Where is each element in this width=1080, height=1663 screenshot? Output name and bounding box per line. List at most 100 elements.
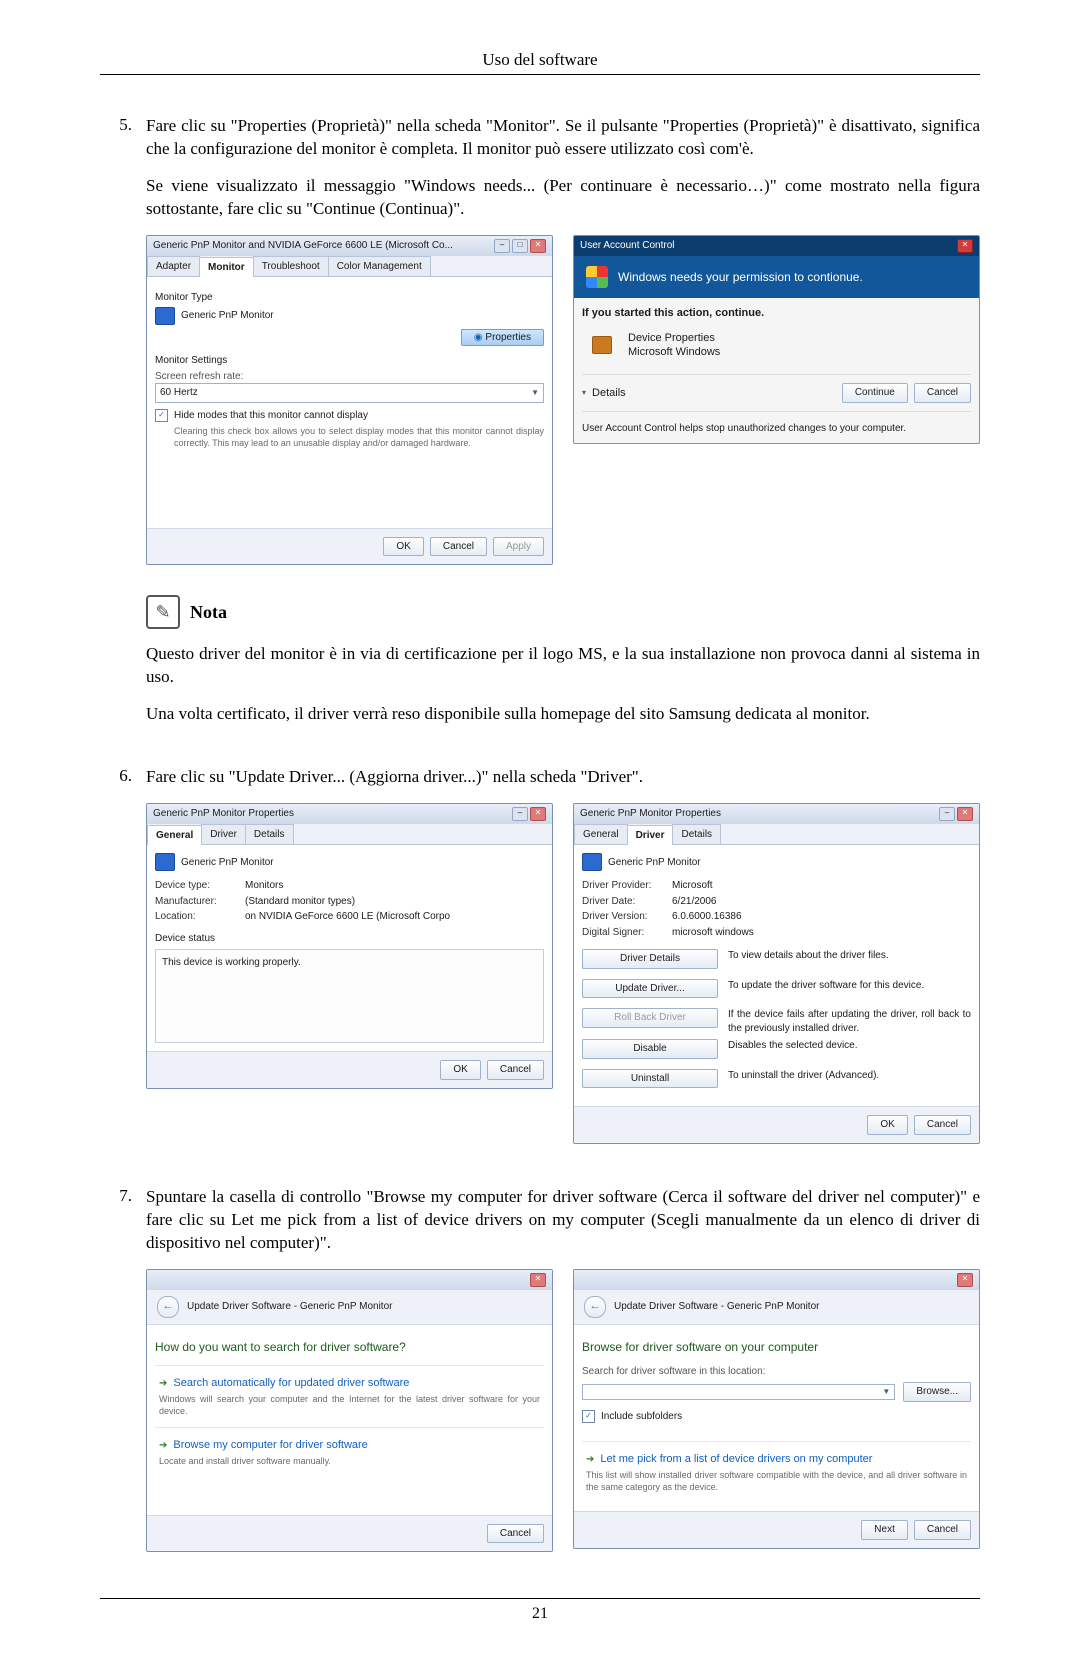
cancel-button[interactable]: Cancel bbox=[914, 1520, 971, 1540]
close-icon[interactable]: ✕ bbox=[957, 1273, 973, 1287]
cancel-button[interactable]: Cancel bbox=[914, 1115, 971, 1135]
close-icon[interactable]: ✕ bbox=[957, 807, 973, 821]
location-label: Location: bbox=[155, 910, 245, 924]
wizard1-opt1-title: Search automatically for updated driver … bbox=[173, 1377, 409, 1389]
driver-details-button[interactable]: Driver Details bbox=[582, 949, 718, 969]
ok-button[interactable]: OK bbox=[440, 1060, 480, 1080]
close-icon[interactable]: ✕ bbox=[530, 1273, 546, 1287]
minimize-icon[interactable]: ‒ bbox=[939, 807, 955, 821]
chevron-down-icon: ▼ bbox=[882, 1387, 890, 1398]
tab-color-management[interactable]: Color Management bbox=[328, 256, 431, 277]
note-para2: Una volta certificato, il driver verrà r… bbox=[146, 703, 980, 726]
refresh-rate-label: Screen refresh rate: bbox=[155, 370, 544, 384]
uac-program-publisher: Microsoft Windows bbox=[628, 345, 720, 360]
hide-modes-checkbox[interactable]: ✓ bbox=[155, 409, 168, 422]
program-icon bbox=[592, 336, 612, 354]
chevron-down-icon[interactable]: ▾ bbox=[582, 388, 586, 399]
disable-button[interactable]: Disable bbox=[582, 1039, 718, 1059]
uac-program-name: Device Properties bbox=[628, 331, 720, 346]
step7-para1: Spuntare la casella di controllo "Browse… bbox=[146, 1186, 980, 1255]
uac-details-toggle[interactable]: Details bbox=[592, 386, 626, 401]
back-icon[interactable]: ← bbox=[584, 1296, 606, 1318]
properties-driver-title: Generic PnP Monitor Properties bbox=[580, 807, 721, 821]
close-icon[interactable]: ✕ bbox=[530, 807, 546, 821]
driver-provider-label: Driver Provider: bbox=[582, 879, 672, 893]
step5-para2: Se viene visualizzato il messaggio "Wind… bbox=[146, 175, 980, 221]
refresh-rate-value: 60 Hertz bbox=[160, 386, 198, 400]
hide-modes-desc: Clearing this check box allows you to se… bbox=[174, 425, 544, 449]
tab-details[interactable]: Details bbox=[672, 824, 721, 845]
monitor-icon bbox=[155, 307, 175, 325]
disable-desc: Disables the selected device. bbox=[728, 1039, 971, 1053]
tab-general[interactable]: General bbox=[574, 824, 628, 845]
close-icon[interactable]: ✕ bbox=[957, 239, 973, 253]
back-icon[interactable]: ← bbox=[157, 1296, 179, 1318]
driver-date-label: Driver Date: bbox=[582, 895, 672, 909]
continue-button[interactable]: Continue bbox=[842, 383, 908, 403]
monitor-type-label: Monitor Type bbox=[155, 291, 544, 305]
page-number: 21 bbox=[100, 1605, 980, 1623]
next-button[interactable]: Next bbox=[861, 1520, 908, 1540]
tab-driver[interactable]: Driver bbox=[627, 825, 674, 846]
monitor-settings-label: Monitor Settings bbox=[155, 354, 544, 368]
wizard1-opt1-desc: Windows will search your computer and th… bbox=[159, 1393, 540, 1417]
tab-driver[interactable]: Driver bbox=[201, 824, 246, 845]
wizard2-opt-desc: This list will show installed driver sof… bbox=[586, 1469, 967, 1493]
monitor-properties-title: Generic PnP Monitor and NVIDIA GeForce 6… bbox=[153, 239, 453, 253]
arrow-icon: ➔ bbox=[159, 1378, 167, 1389]
minimize-icon[interactable]: ‒ bbox=[494, 239, 510, 253]
minimize-icon[interactable]: ‒ bbox=[512, 807, 528, 821]
step-number-6: 6. bbox=[100, 766, 146, 1160]
properties-button[interactable]: ◉ Properties bbox=[461, 329, 544, 346]
apply-button[interactable]: Apply bbox=[493, 537, 544, 557]
tab-troubleshoot[interactable]: Troubleshoot bbox=[253, 256, 329, 277]
top-rule bbox=[100, 74, 980, 75]
arrow-icon: ➔ bbox=[586, 1454, 594, 1465]
wizard1-option-auto[interactable]: ➔ Search automatically for updated driver… bbox=[155, 1365, 544, 1427]
rollback-driver-button[interactable]: Roll Back Driver bbox=[582, 1008, 718, 1028]
wizard2-option-pick[interactable]: ➔Let me pick from a list of device drive… bbox=[582, 1441, 971, 1503]
wizard2-titlebar bbox=[580, 1273, 583, 1287]
driver-date-value: 6/21/2006 bbox=[672, 895, 971, 909]
ok-button[interactable]: OK bbox=[383, 537, 423, 557]
cancel-button[interactable]: Cancel bbox=[487, 1060, 544, 1080]
uninstall-button[interactable]: Uninstall bbox=[582, 1069, 718, 1089]
device-status-text: This device is working properly. bbox=[162, 957, 301, 968]
cancel-button[interactable]: Cancel bbox=[914, 383, 971, 403]
uninstall-desc: To uninstall the driver (Advanced). bbox=[728, 1069, 971, 1083]
cancel-button[interactable]: Cancel bbox=[430, 537, 487, 557]
shield-icon bbox=[586, 266, 608, 288]
include-subfolders-checkbox[interactable]: ✓ bbox=[582, 1410, 595, 1423]
hide-modes-label: Hide modes that this monitor cannot disp… bbox=[174, 409, 544, 423]
wizard1-opt2-title: Browse my computer for driver software bbox=[173, 1439, 367, 1451]
tab-monitor[interactable]: Monitor bbox=[199, 257, 254, 278]
step5-para1: Fare clic su "Properties (Proprietà)" ne… bbox=[146, 115, 980, 161]
update-driver-button[interactable]: Update Driver... bbox=[582, 979, 718, 999]
properties-driver-window: Generic PnP Monitor Properties ‒ ✕ Gener… bbox=[573, 803, 980, 1144]
note-icon: ✎ bbox=[146, 595, 180, 629]
tab-adapter[interactable]: Adapter bbox=[147, 256, 200, 277]
uac-if-started: If you started this action, continue. bbox=[582, 306, 971, 321]
driver-details-desc: To view details about the driver files. bbox=[728, 949, 971, 963]
tab-details[interactable]: Details bbox=[245, 824, 294, 845]
wizard1-option-browse[interactable]: ➔Browse my computer for driver software … bbox=[155, 1427, 544, 1477]
device-type-value: Monitors bbox=[245, 879, 544, 893]
tab-general[interactable]: General bbox=[147, 825, 202, 846]
step6-para1: Fare clic su "Update Driver... (Aggiorna… bbox=[146, 766, 980, 789]
digital-signer-label: Digital Signer: bbox=[582, 926, 672, 940]
monitor-properties-window: Generic PnP Monitor and NVIDIA GeForce 6… bbox=[146, 235, 553, 565]
update-driver-wizard-1: ✕ ← Update Driver Software - Generic PnP… bbox=[146, 1269, 553, 1553]
properties-general-window: Generic PnP Monitor Properties ‒ ✕ Gener… bbox=[146, 803, 553, 1089]
path-combobox[interactable]: ▼ bbox=[582, 1384, 895, 1401]
refresh-rate-select[interactable]: 60 Hertz ▼ bbox=[155, 383, 544, 403]
maximize-icon[interactable]: □ bbox=[512, 239, 528, 253]
browse-button[interactable]: Browse... bbox=[903, 1382, 971, 1402]
device-type-label: Device type: bbox=[155, 879, 245, 893]
close-icon[interactable]: ✕ bbox=[530, 239, 546, 253]
note-para1: Questo driver del monitor è in via di ce… bbox=[146, 643, 980, 689]
driver-provider-value: Microsoft bbox=[672, 879, 971, 893]
manufacturer-value: (Standard monitor types) bbox=[245, 895, 544, 909]
wizard2-breadcrumb: Update Driver Software - Generic PnP Mon… bbox=[614, 1300, 819, 1314]
wizard1-heading: How do you want to search for driver sof… bbox=[155, 1339, 544, 1355]
ok-button[interactable]: OK bbox=[867, 1115, 907, 1135]
